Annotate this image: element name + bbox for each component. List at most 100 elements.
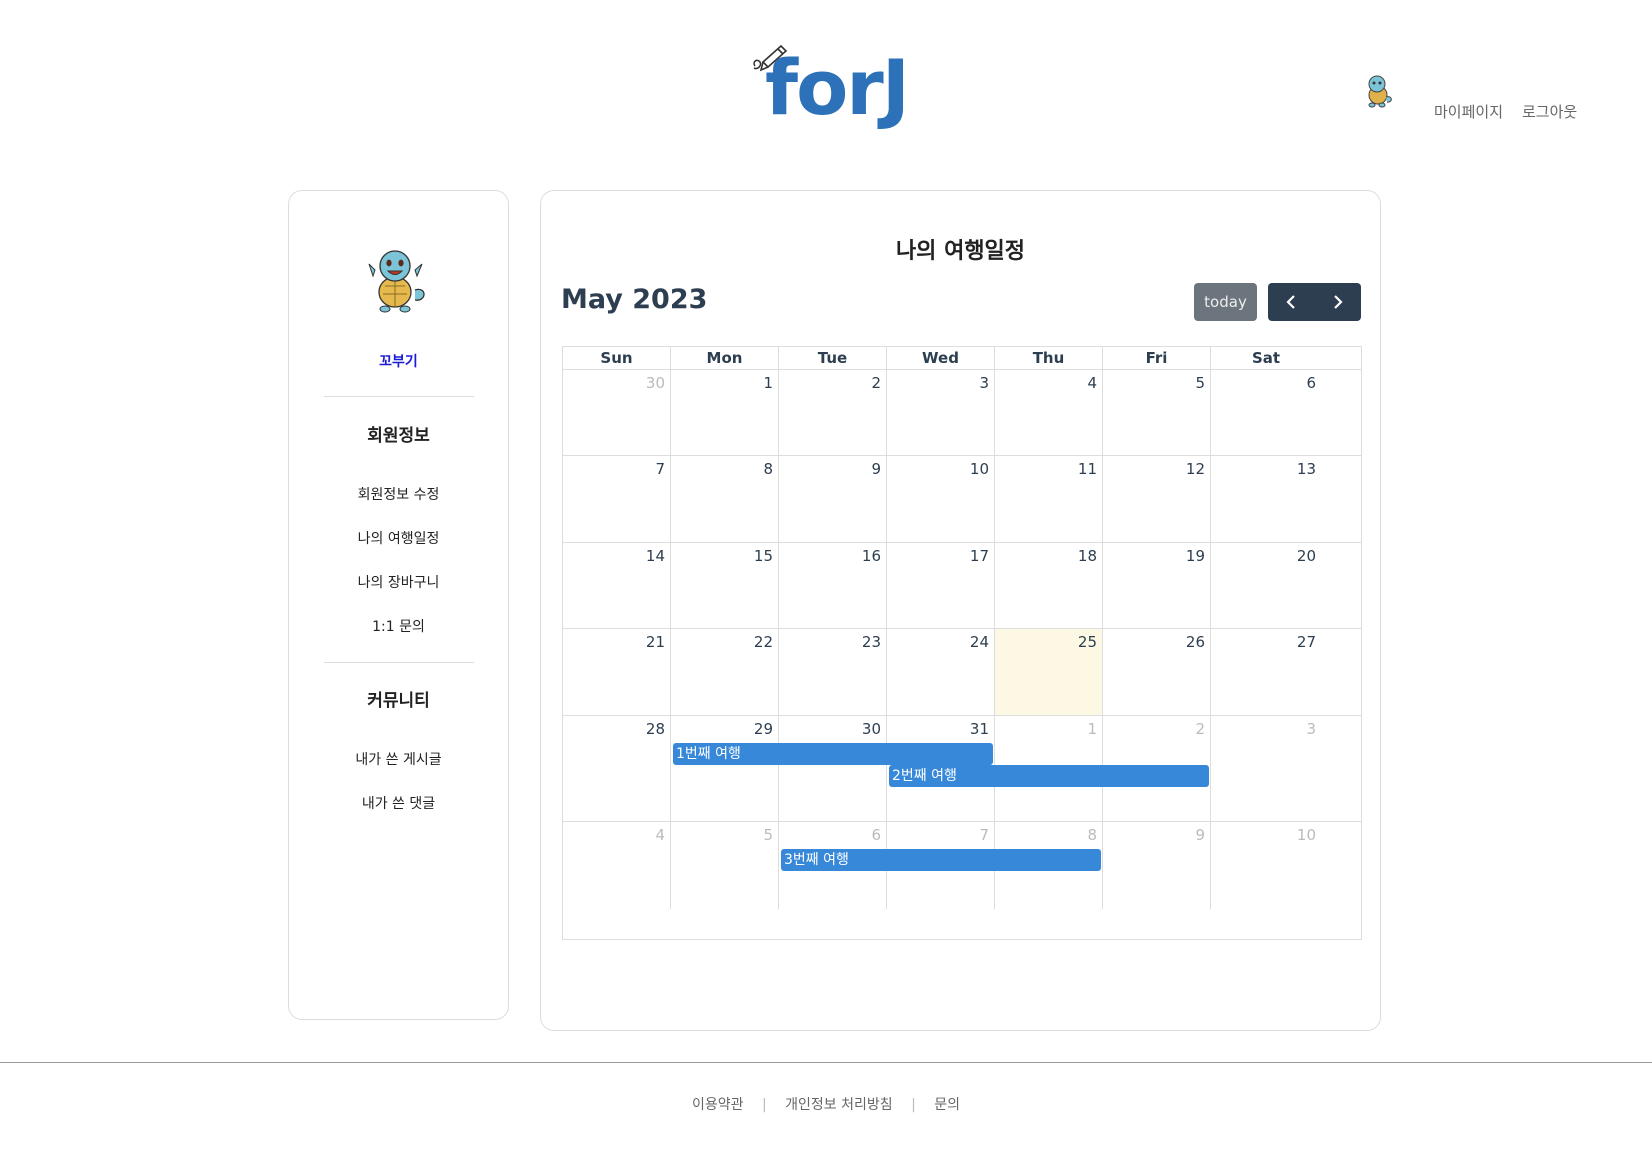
calendar-event[interactable]: 1번째 여행 <box>673 743 993 765</box>
day-number[interactable]: 4 <box>655 826 665 844</box>
day-number[interactable]: 7 <box>655 460 665 478</box>
calendar-day[interactable]: 24 <box>887 629 995 715</box>
calendar-day[interactable]: 5 <box>671 822 779 909</box>
next-month-button[interactable] <box>1315 283 1362 321</box>
day-number[interactable]: 12 <box>1186 460 1205 478</box>
day-number[interactable]: 24 <box>970 633 989 651</box>
day-number[interactable]: 2 <box>871 374 881 392</box>
calendar-day[interactable]: 6 <box>1211 370 1321 455</box>
day-number[interactable]: 18 <box>1078 547 1097 565</box>
day-number[interactable]: 22 <box>754 633 773 651</box>
sidebar-item-my-cart[interactable]: 나의 장바구니 <box>289 572 508 592</box>
calendar-day[interactable]: 14 <box>563 543 671 628</box>
prev-month-button[interactable] <box>1268 283 1315 321</box>
calendar-day[interactable]: 29 <box>671 716 779 821</box>
day-number[interactable]: 5 <box>763 826 773 844</box>
calendar-day[interactable]: 18 <box>995 543 1103 628</box>
calendar-day[interactable]: 10 <box>1211 822 1321 909</box>
calendar-day[interactable]: 1 <box>671 370 779 455</box>
day-number[interactable]: 3 <box>979 374 989 392</box>
sidebar-item-my-comments[interactable]: 내가 쓴 댓글 <box>289 793 508 813</box>
day-number[interactable]: 23 <box>862 633 881 651</box>
day-number[interactable]: 9 <box>1195 826 1205 844</box>
calendar-day[interactable]: 17 <box>887 543 995 628</box>
calendar-day[interactable]: 12 <box>1103 456 1211 542</box>
site-logo[interactable]: forJ <box>745 40 915 130</box>
day-number[interactable]: 13 <box>1297 460 1316 478</box>
day-number[interactable]: 14 <box>646 547 665 565</box>
calendar-day[interactable]: 13 <box>1211 456 1321 542</box>
footer-privacy-link[interactable]: 개인정보 처리방침 <box>785 1097 893 1113</box>
day-number[interactable]: 7 <box>979 826 989 844</box>
calendar-day[interactable]: 5 <box>1103 370 1211 455</box>
day-number[interactable]: 16 <box>862 547 881 565</box>
day-number[interactable]: 9 <box>871 460 881 478</box>
calendar-day[interactable]: 9 <box>779 456 887 542</box>
calendar-day[interactable]: 16 <box>779 543 887 628</box>
day-number[interactable]: 28 <box>646 720 665 738</box>
calendar-day[interactable]: 3 <box>887 370 995 455</box>
calendar-day[interactable]: 7 <box>563 456 671 542</box>
day-number[interactable]: 10 <box>970 460 989 478</box>
day-number[interactable]: 6 <box>1306 374 1316 392</box>
calendar-day[interactable]: 27 <box>1211 629 1321 715</box>
user-avatar[interactable] <box>1361 73 1395 109</box>
calendar-day[interactable]: 19 <box>1103 543 1211 628</box>
footer-separator: | <box>761 1097 767 1113</box>
day-number[interactable]: 2 <box>1195 720 1205 738</box>
sidebar-item-inquiry[interactable]: 1:1 문의 <box>289 616 508 636</box>
today-button[interactable]: today <box>1194 283 1257 321</box>
calendar-day[interactable]: 8 <box>671 456 779 542</box>
calendar-day[interactable]: 15 <box>671 543 779 628</box>
day-number[interactable]: 30 <box>862 720 881 738</box>
calendar-day[interactable]: 23 <box>779 629 887 715</box>
calendar-day[interactable]: 11 <box>995 456 1103 542</box>
calendar-day[interactable]: 4 <box>563 822 671 909</box>
calendar-day[interactable]: 30 <box>779 716 887 821</box>
calendar-day[interactable]: 9 <box>1103 822 1211 909</box>
calendar-day[interactable]: 2 <box>779 370 887 455</box>
calendar-day[interactable]: 3 <box>1211 716 1321 821</box>
day-number[interactable]: 27 <box>1297 633 1316 651</box>
day-number[interactable]: 15 <box>754 547 773 565</box>
footer-terms-link[interactable]: 이용약관 <box>692 1097 744 1113</box>
day-number[interactable]: 1 <box>763 374 773 392</box>
day-number[interactable]: 29 <box>754 720 773 738</box>
day-number[interactable]: 26 <box>1186 633 1205 651</box>
footer-contact-link[interactable]: 문의 <box>934 1097 960 1113</box>
calendar-day[interactable]: 21 <box>563 629 671 715</box>
day-number[interactable]: 8 <box>1087 826 1097 844</box>
day-number[interactable]: 17 <box>970 547 989 565</box>
day-number[interactable]: 25 <box>1078 633 1097 651</box>
day-number[interactable]: 19 <box>1186 547 1205 565</box>
logout-link[interactable]: 로그아웃 <box>1522 101 1577 122</box>
calendar-day[interactable]: 30 <box>563 370 671 455</box>
day-number[interactable]: 6 <box>871 826 881 844</box>
day-number[interactable]: 8 <box>763 460 773 478</box>
calendar-event[interactable]: 2번째 여행 <box>889 765 1209 787</box>
day-number[interactable]: 10 <box>1297 826 1316 844</box>
calendar-day[interactable]: 28 <box>563 716 671 821</box>
calendar-day[interactable]: 20 <box>1211 543 1321 628</box>
day-number[interactable]: 11 <box>1078 460 1097 478</box>
day-number[interactable]: 5 <box>1195 374 1205 392</box>
day-number[interactable]: 31 <box>970 720 989 738</box>
sidebar-item-my-trips[interactable]: 나의 여행일정 <box>289 528 508 548</box>
calendar-day[interactable]: 22 <box>671 629 779 715</box>
mypage-link[interactable]: 마이페이지 <box>1434 101 1503 122</box>
calendar-day-today[interactable]: 25 <box>995 629 1103 715</box>
calendar-day[interactable]: 10 <box>887 456 995 542</box>
calendar-day[interactable]: 4 <box>995 370 1103 455</box>
sidebar-item-edit-profile[interactable]: 회원정보 수정 <box>289 484 508 504</box>
weekday-label: Tue <box>779 347 887 369</box>
sidebar-divider <box>324 662 474 663</box>
calendar-event[interactable]: 3번째 여행 <box>781 849 1101 871</box>
day-number[interactable]: 4 <box>1087 374 1097 392</box>
day-number[interactable]: 3 <box>1306 720 1316 738</box>
day-number[interactable]: 21 <box>646 633 665 651</box>
calendar-day[interactable]: 26 <box>1103 629 1211 715</box>
day-number[interactable]: 1 <box>1087 720 1097 738</box>
sidebar-item-my-posts[interactable]: 내가 쓴 게시글 <box>289 749 508 769</box>
day-number[interactable]: 20 <box>1297 547 1316 565</box>
day-number[interactable]: 30 <box>646 374 665 392</box>
